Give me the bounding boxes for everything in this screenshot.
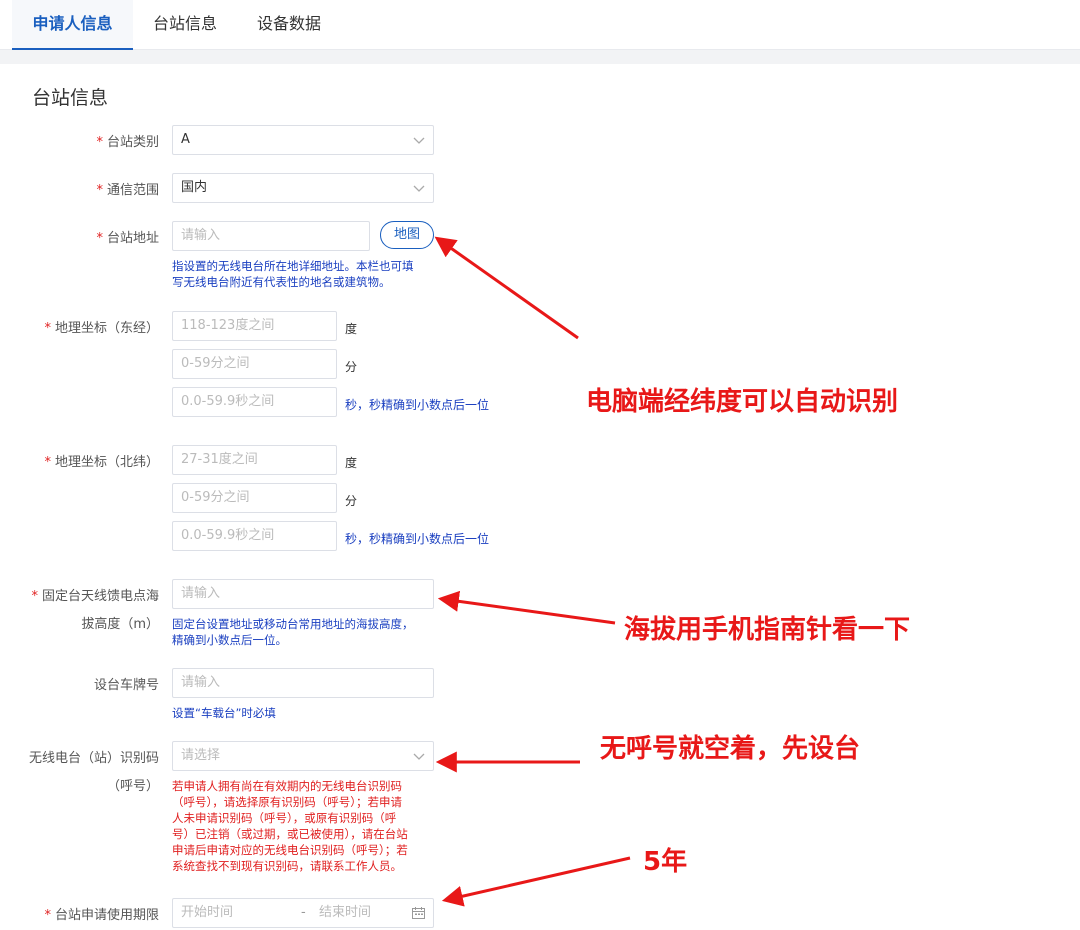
tab-station-info[interactable]: 台站信息 <box>140 0 230 50</box>
period-label: * 台站申请使用期限 <box>44 908 159 923</box>
annotation-period: 5年 <box>643 847 688 877</box>
latitude-minute-input[interactable]: 0-59分之间 <box>172 483 337 513</box>
callsign-hint: 若申请人拥有尚在有效期内的无线电台识别码 （呼号），请选择原有识别码（呼号）；若… <box>172 779 408 873</box>
callsign-label-line2: （呼号） <box>106 779 159 794</box>
period-start: 开始时间 <box>181 905 234 920</box>
comm-range-label: * 通信范围 <box>96 183 159 198</box>
altitude-label: * 固定台天线馈电点海 <box>31 589 159 604</box>
plate-label: 设台车牌号 <box>93 678 159 693</box>
longitude-degree-unit: 度 <box>345 322 358 336</box>
latitude-second-unit: 秒，秒精确到小数点后一位 <box>345 532 490 546</box>
longitude-minute-input[interactable]: 0-59分之间 <box>172 349 337 379</box>
longitude-second-input[interactable]: 0.0-59.9秒之间 <box>172 387 337 417</box>
period-separator: - <box>301 905 306 920</box>
period-end: 结束时间 <box>319 905 372 920</box>
section-title: 台站信息 <box>32 87 109 109</box>
comm-range-select[interactable]: 国内 <box>172 173 434 203</box>
tab-bar: 申请人信息 台站信息 设备数据 <box>0 0 1080 50</box>
callsign-select[interactable]: 请选择 <box>172 741 434 771</box>
altitude-input[interactable]: 请输入 <box>172 579 434 609</box>
annotation-callsign: 无呼号就空着，先设台 <box>600 734 861 764</box>
altitude-label-line2: 拔高度（m） <box>81 617 159 632</box>
station-type-label: * 台站类别 <box>96 135 159 150</box>
altitude-hint: 固定台设置地址或移动台常用地址的海拔高度， 精确到小数点后一位。 <box>172 617 414 647</box>
address-label: * 台站地址 <box>96 231 159 246</box>
plate-hint: 设置“车载台”时必填 <box>172 706 276 720</box>
latitude-minute-unit: 分 <box>345 494 358 508</box>
callsign-label: 无线电台（站）识别码 <box>28 751 159 766</box>
latitude-second-input[interactable]: 0.0-59.9秒之间 <box>172 521 337 551</box>
annotation-altitude: 海拔用手机指南针看一下 <box>624 615 911 645</box>
longitude-label: * 地理坐标（东经） <box>44 321 159 336</box>
latitude-degree-unit: 度 <box>345 456 358 470</box>
latitude-degree-input[interactable]: 27-31度之间 <box>172 445 337 475</box>
tab-equipment-data[interactable]: 设备数据 <box>244 0 334 50</box>
divider-band <box>0 50 1080 64</box>
chevron-down-icon <box>413 185 425 192</box>
longitude-degree-input[interactable]: 118-123度之间 <box>172 311 337 341</box>
tab-applicant-info[interactable]: 申请人信息 <box>12 0 133 50</box>
latitude-label: * 地理坐标（北纬） <box>44 455 159 470</box>
longitude-minute-unit: 分 <box>345 360 358 374</box>
longitude-second-unit: 秒，秒精确到小数点后一位 <box>345 398 490 412</box>
address-hint: 指设置的无线电台所在地详细地址。本栏也可填 写无线电台附近有代表性的地名或建筑物。 <box>172 259 414 289</box>
plate-input[interactable]: 请输入 <box>172 668 434 698</box>
address-input[interactable]: 请输入 <box>172 221 370 251</box>
chevron-down-icon <box>413 137 425 144</box>
map-button[interactable]: 地图 <box>380 221 434 249</box>
station-type-select[interactable]: A <box>172 125 434 155</box>
period-date-range[interactable]: 开始时间 - 结束时间 <box>172 898 434 928</box>
annotation-coords: 电脑端经纬度可以自动识别 <box>586 387 899 417</box>
calendar-icon <box>412 907 425 919</box>
chevron-down-icon <box>413 753 425 760</box>
